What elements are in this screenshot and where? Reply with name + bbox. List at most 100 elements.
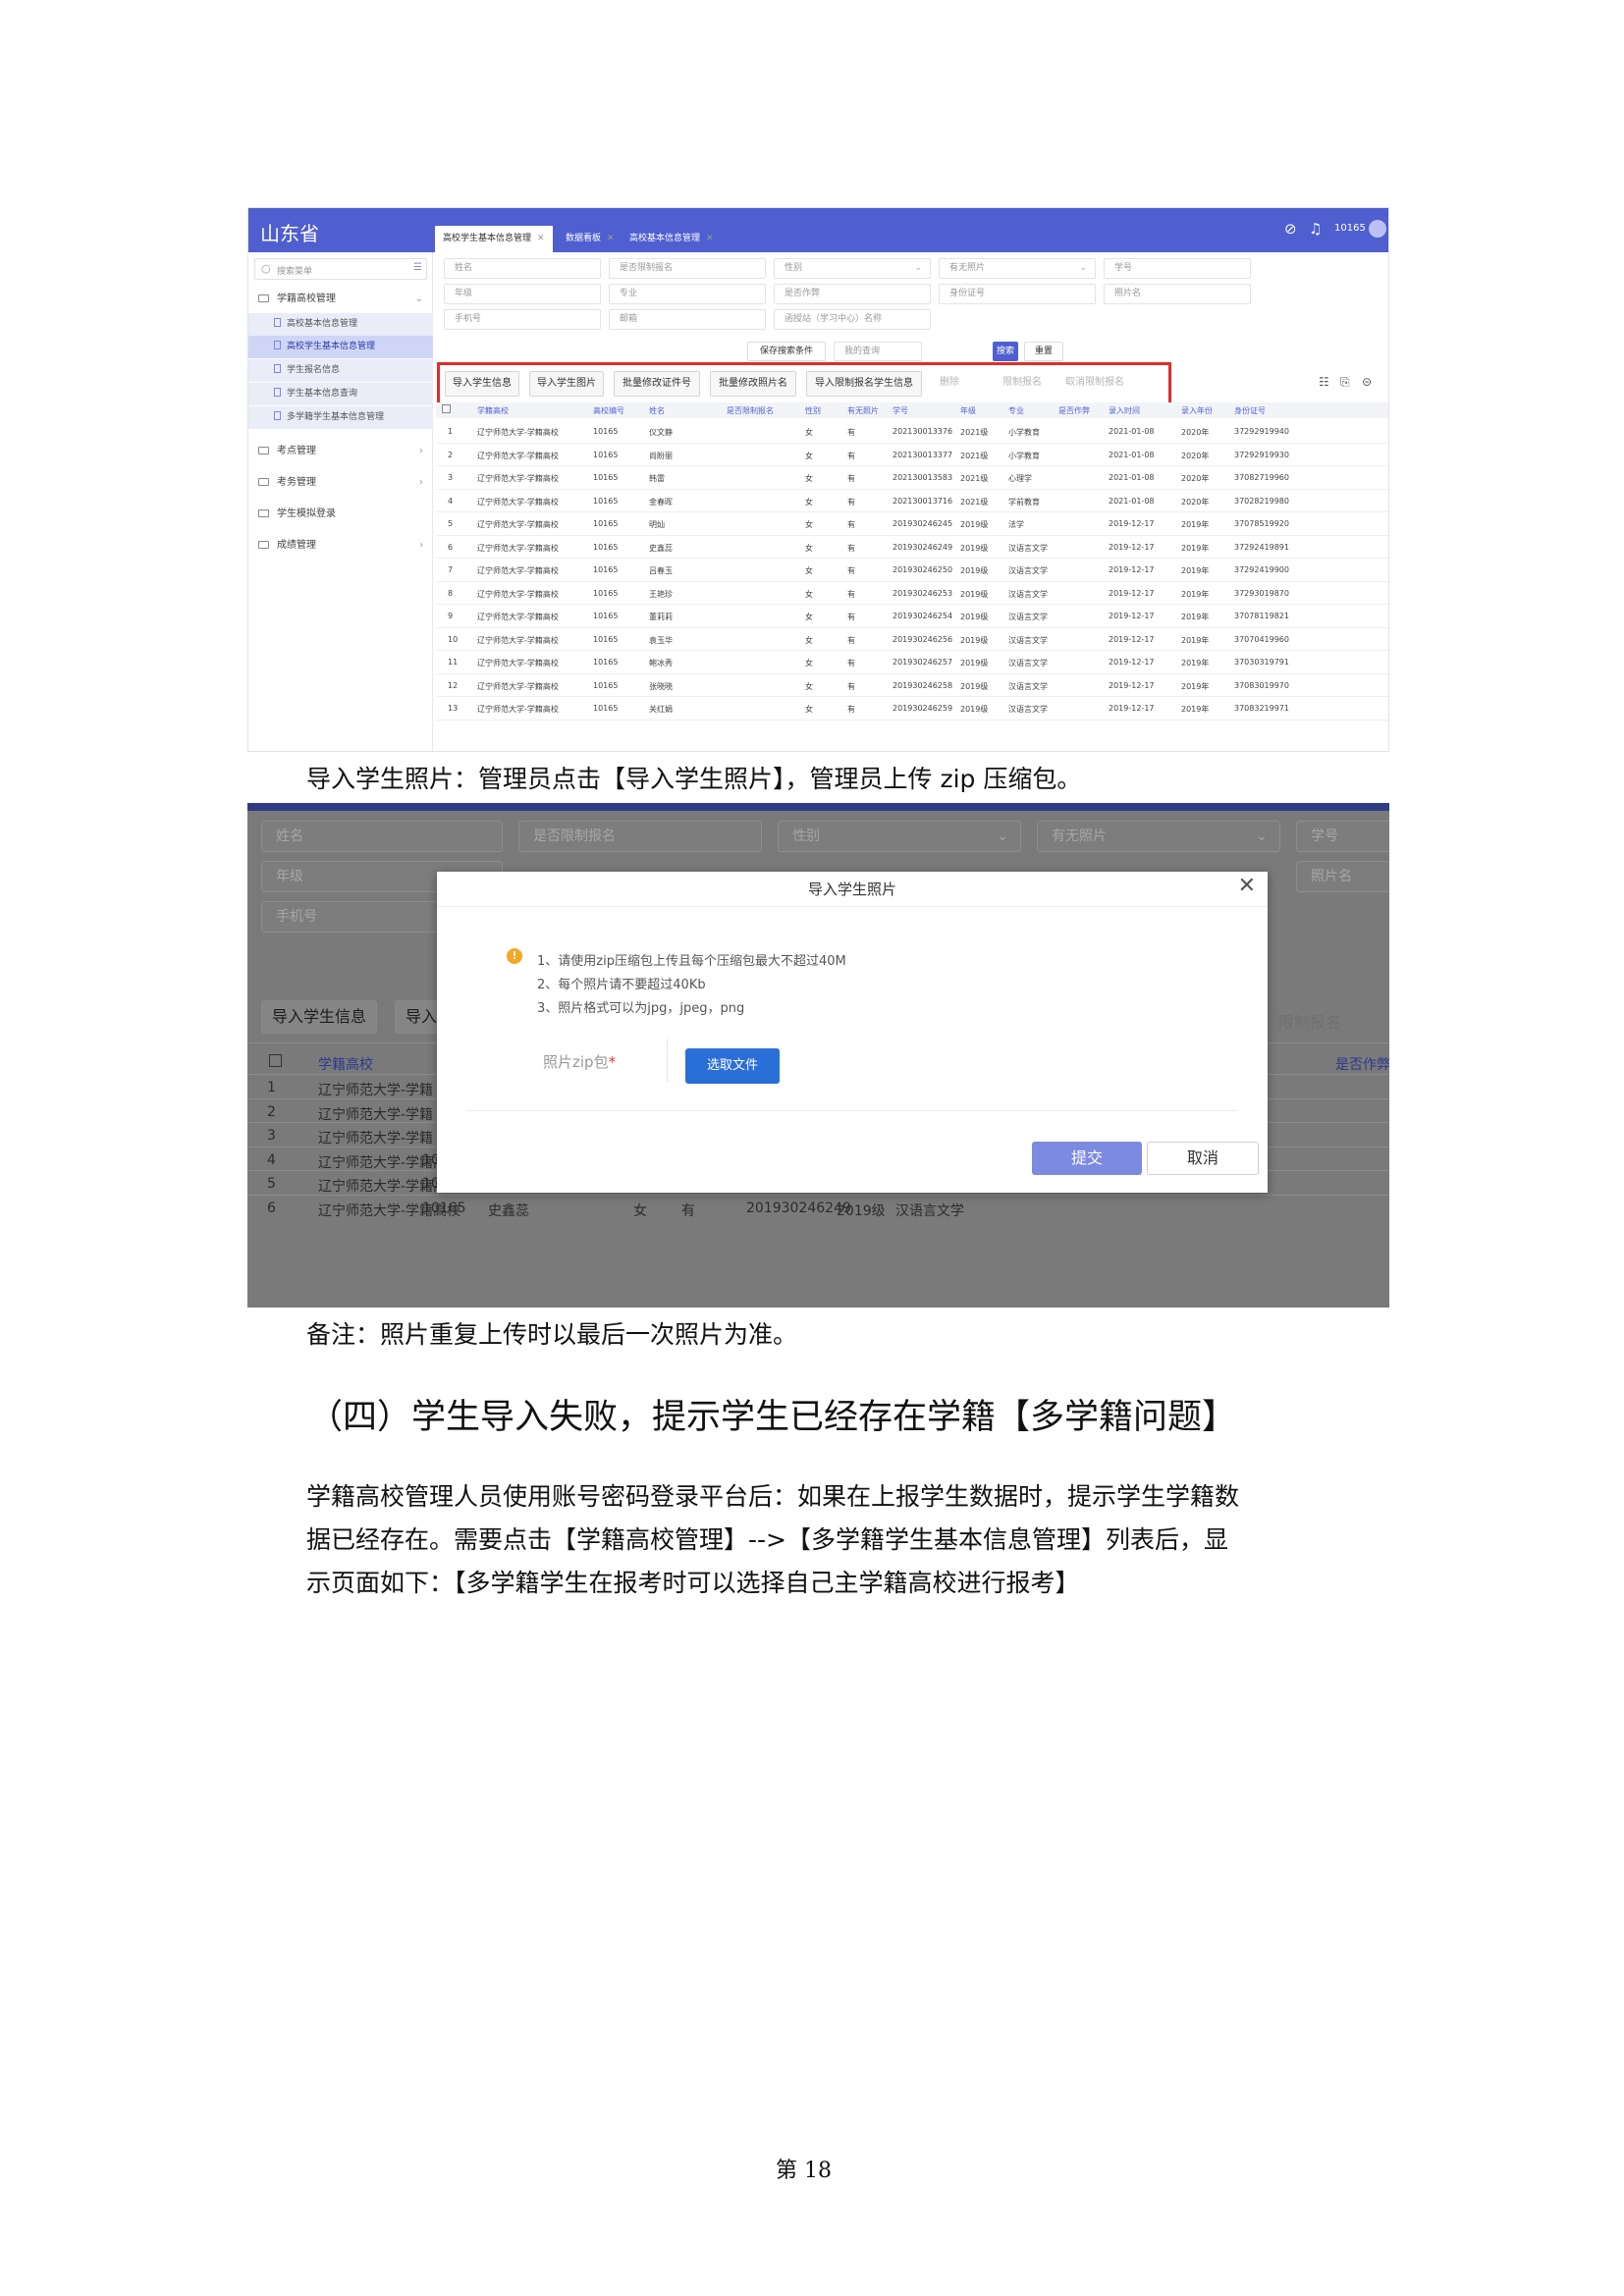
table-cell: 2019级 xyxy=(960,589,989,599)
nav-scores[interactable]: 成绩管理 › xyxy=(248,535,433,557)
settings-icon[interactable]: ⊝ xyxy=(1362,375,1372,389)
table-cell: 汉语言文学 xyxy=(1008,566,1048,575)
table-row[interactable]: 3 辽宁师范大学-学籍高校 10165 韩雷 女 有 202130013583 2021级 心理… xyxy=(436,466,1388,490)
table-row[interactable]: 9 辽宁师范大学-学籍高校 10165 董莉莉 女 有 201930246254 2019级 汉… xyxy=(436,605,1388,628)
my-query-select[interactable]: 我的查询 xyxy=(834,342,922,361)
folder-icon xyxy=(258,294,269,302)
sidebar: ○ 搜索菜单 ☰ 学籍高校管理 ⌄ 高校基本信息管理 高校学生基本信息管理 学生报… xyxy=(248,252,433,751)
table-cell: 2020年 xyxy=(1181,451,1210,460)
close-icon[interactable]: ✕ xyxy=(607,234,615,243)
table-cell: 201930246245 xyxy=(893,519,953,528)
nav-mock-login[interactable]: 学生模拟登录 xyxy=(248,504,433,525)
filter-photo-name[interactable]: 照片名 xyxy=(1104,284,1251,304)
tab-student-info[interactable]: 高校学生基本信息管理 ✕ xyxy=(435,226,553,252)
filter-label: 手机号 xyxy=(276,909,317,925)
table-cell: 辽宁师范大学-学籍高校 xyxy=(477,428,559,437)
table-cell: 2020年 xyxy=(1181,497,1210,507)
user-name[interactable]: 10165 xyxy=(1334,223,1366,234)
filter-gender[interactable]: 性别 ⌄ xyxy=(778,821,1021,852)
filter-photo[interactable]: 有无照片 ⌄ xyxy=(1037,821,1280,852)
table-row[interactable]: 12 辽宁师范大学-学籍高校 10165 张晓晓 女 有 201930246258 2019级… xyxy=(436,674,1388,697)
filter-gender[interactable]: 性别 ⌄ xyxy=(774,258,931,279)
table-row[interactable]: 1 辽宁师范大学-学籍高校 10165 仪文静 女 有 202130013376 2021级 小… xyxy=(436,420,1388,444)
compass-icon[interactable]: ⊘ xyxy=(1284,220,1297,238)
sub-school-info[interactable]: 高校基本信息管理 xyxy=(248,313,433,336)
reset-button[interactable]: 重置 xyxy=(1024,342,1063,361)
sub-student-info[interactable]: 高校学生基本信息管理 xyxy=(248,336,433,358)
filter-label: 年级 xyxy=(276,869,303,884)
cancel-button[interactable]: 取消 xyxy=(1147,1142,1259,1175)
submit-button[interactable]: 提交 xyxy=(1032,1142,1142,1175)
avatar[interactable] xyxy=(1369,220,1386,238)
table-cell: 201930246259 xyxy=(893,704,953,713)
filter-major[interactable]: 专业 xyxy=(609,284,766,304)
search-button[interactable]: 搜索 xyxy=(993,342,1018,361)
nav-exam-sites[interactable]: 考点管理 › xyxy=(248,441,433,462)
filter-label: 手机号 xyxy=(455,314,482,324)
table-row[interactable]: 6 辽宁师范大学-学籍高校 10165 史鑫蕊 女 有 201930246249 2019级 汉… xyxy=(436,536,1388,559)
chevron-down-icon: ⌄ xyxy=(997,828,1008,844)
table-cell: 10165 xyxy=(593,704,619,713)
table-cell: 小学教育 xyxy=(1008,451,1040,460)
sub-student-query[interactable]: 学生基本信息查询 xyxy=(248,383,433,405)
table-cell: 8 xyxy=(448,588,454,598)
table-row[interactable]: 2 辽宁师范大学-学籍高校 10165 尚盼丽 女 有 202130013377 2021级 小… xyxy=(436,444,1388,466)
table-cell: 10165 xyxy=(593,588,619,598)
close-icon[interactable]: ✕ xyxy=(537,234,545,243)
filter-label: 学号 xyxy=(1311,828,1338,844)
table-row[interactable]: 5 辽宁师范大学-学籍高校 10165 明灿 女 有 201930246245 2019级 法学… xyxy=(436,512,1388,536)
table-row[interactable]: 4 辽宁师范大学-学籍高校 10165 金春晖 女 有 202130013716 2021级 学… xyxy=(436,490,1388,512)
table-cell: 吕春玉 xyxy=(649,566,673,575)
filter-center[interactable]: 函授站（学习中心）名称 xyxy=(774,309,931,330)
table-cell: 12 xyxy=(448,680,459,690)
close-icon[interactable]: ✕ xyxy=(706,234,714,243)
select-all-checkbox[interactable] xyxy=(442,404,451,413)
restrict-button[interactable]: 限制报名 xyxy=(1278,1009,1341,1033)
close-icon[interactable]: ✕ xyxy=(1238,874,1256,898)
filter-student-id[interactable]: 学号 xyxy=(1104,258,1251,279)
table-row[interactable]: 11 辽宁师范大学-学籍高校 10165 鲍冰秀 女 有 201930246257 2019级… xyxy=(436,651,1388,674)
table-cell: 2019-12-17 xyxy=(1109,519,1155,528)
table-cell: 辽宁师范大学-学籍 xyxy=(318,1083,434,1098)
save-search-button[interactable]: 保存搜索条件 xyxy=(747,342,826,361)
filter-photo-name[interactable]: 照片名 xyxy=(1296,861,1389,892)
table-cell: 2019级 xyxy=(960,681,989,691)
filter-photo[interactable]: 有无照片 ⌄ xyxy=(939,258,1096,279)
table-cell: 有 xyxy=(847,451,855,460)
filter-name[interactable]: 姓名 xyxy=(261,821,503,852)
table-cell: 有 xyxy=(847,659,855,667)
export-icon[interactable]: ⎘ xyxy=(1340,375,1350,390)
filter-phone[interactable]: 手机号 xyxy=(444,309,601,330)
collapse-icon[interactable]: ☰ xyxy=(413,262,422,273)
col-entry-time: 录入时间 xyxy=(1109,406,1140,415)
sub-registration[interactable]: 学生报名信息 xyxy=(248,359,433,382)
filter-cheat[interactable]: 是否作弊 xyxy=(774,284,931,304)
table-cell: 2021级 xyxy=(960,451,989,460)
nav-exam-affairs[interactable]: 考务管理 › xyxy=(248,472,433,494)
import-student-info-button[interactable]: 导入学生信息 xyxy=(261,1000,378,1034)
filter-name[interactable]: 姓名 xyxy=(444,258,601,279)
filter-id-card[interactable]: 身份证号 xyxy=(939,284,1096,304)
table-cell: 13 xyxy=(448,704,459,713)
filter-email[interactable]: 邮箱 xyxy=(609,309,766,330)
table-row[interactable]: 10 辽宁师范大学-学籍高校 10165 袁玉华 女 有 201930246256 2019级… xyxy=(436,628,1388,651)
nav-label: 考务管理 xyxy=(277,477,316,488)
table-row[interactable]: 7 辽宁师范大学-学籍高校 10165 吕春玉 女 有 201930246250 2019级 汉… xyxy=(436,559,1388,582)
nav-school-management[interactable]: 学籍高校管理 ⌄ xyxy=(248,289,433,310)
bell-icon[interactable]: ♫ xyxy=(1309,220,1322,238)
pagination[interactable] xyxy=(436,738,1388,751)
filter-restricted[interactable]: 是否限制报名 xyxy=(609,258,766,279)
filter-student-id[interactable]: 学号 xyxy=(1296,821,1389,852)
sub-multi-enrollment[interactable]: 多学籍学生基本信息管理 xyxy=(248,406,433,429)
table-row[interactable]: 13 辽宁师范大学-学籍高校 10165 关红娟 女 有 201930246259 2019级… xyxy=(436,697,1388,721)
table-row[interactable]: 8 辽宁师范大学-学籍高校 10165 王艳珍 女 有 201930246253 2019级 汉… xyxy=(436,582,1388,605)
tab-dashboard[interactable]: 数据看板 ✕ xyxy=(558,226,623,252)
choose-file-button[interactable]: 选取文件 xyxy=(685,1048,780,1084)
table-cell: 王艳珍 xyxy=(649,589,673,599)
columns-icon[interactable]: ☷ xyxy=(1319,375,1329,389)
menu-search-input[interactable]: ○ 搜索菜单 ☰ xyxy=(254,258,427,280)
select-all-checkbox[interactable] xyxy=(269,1054,282,1067)
filter-grade[interactable]: 年级 xyxy=(444,284,601,304)
filter-restricted[interactable]: 是否限制报名 xyxy=(518,821,762,852)
tab-school-info[interactable]: 高校基本信息管理 ✕ xyxy=(622,226,722,252)
